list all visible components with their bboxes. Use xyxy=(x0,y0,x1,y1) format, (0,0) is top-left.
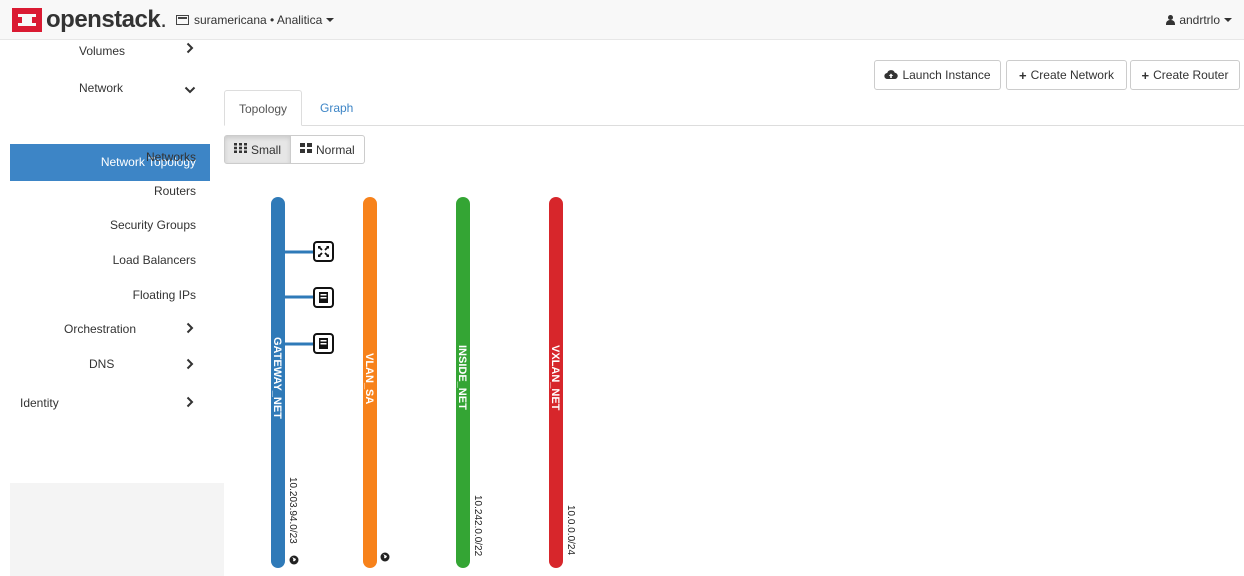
project-label: suramericana • Analitica xyxy=(194,13,323,27)
chevron-right-icon[interactable] xyxy=(186,42,194,57)
small-size-label: Small xyxy=(251,142,282,157)
network-name: VLAN_SA xyxy=(363,353,375,404)
openstack-logo[interactable]: openstack. xyxy=(12,6,167,34)
create-router-label: Create Router xyxy=(1153,68,1229,82)
topology-tabs: Topology Graph xyxy=(224,86,1244,126)
user-name: andrtrlo xyxy=(1179,13,1220,27)
sidebar: Volumes Network Network Topology Network… xyxy=(0,40,224,576)
grid-large-icon xyxy=(300,143,313,156)
network-cidr: 10.242.0.0/22 xyxy=(472,495,483,557)
user-icon xyxy=(1166,15,1176,25)
normal-size-label: Normal xyxy=(316,142,355,157)
router-icon xyxy=(313,241,334,262)
chevron-down-icon xyxy=(1224,18,1232,22)
chevron-right-icon[interactable] xyxy=(186,396,194,411)
sidebar-item-routers[interactable]: Routers xyxy=(154,184,196,198)
user-menu[interactable]: andrtrlo xyxy=(1166,13,1232,27)
create-network-label: Create Network xyxy=(1030,68,1114,82)
network-name: INSIDE_NET xyxy=(456,345,468,410)
network-cidr: 10.203.94.0/23 xyxy=(287,477,298,544)
small-size-button[interactable]: Small xyxy=(224,135,292,164)
chevron-right-icon[interactable] xyxy=(186,358,194,373)
chevron-right-icon[interactable] xyxy=(186,322,194,337)
chevron-down-icon xyxy=(326,18,335,22)
sidebar-item-orchestration[interactable]: Orchestration xyxy=(64,322,136,336)
globe-icon xyxy=(289,555,299,565)
plus-icon: + xyxy=(1141,67,1150,83)
cloud-upload-icon xyxy=(884,68,899,83)
project-selector[interactable]: suramericana • Analitica xyxy=(176,13,335,27)
instance-node[interactable] xyxy=(313,333,334,354)
view-size-toggle: Small Normal xyxy=(224,135,365,164)
plus-icon: + xyxy=(1019,67,1027,83)
sidebar-item-floating-ips[interactable]: Floating IPs xyxy=(133,288,196,302)
sidebar-item-security-groups[interactable]: Security Groups xyxy=(110,218,196,232)
chevron-down-icon[interactable] xyxy=(184,83,196,97)
sidebar-item-network[interactable]: Network xyxy=(79,81,123,95)
tab-graph[interactable]: Graph xyxy=(306,90,367,126)
openstack-logo-icon xyxy=(12,8,42,32)
launch-instance-label: Launch Instance xyxy=(902,68,991,82)
sidebar-item-identity[interactable]: Identity xyxy=(20,396,59,410)
sidebar-item-networks[interactable]: Networks xyxy=(146,150,196,164)
sidebar-footer-panel xyxy=(10,483,224,576)
project-icon xyxy=(176,15,189,25)
network-name: GATEWAY_NET xyxy=(271,337,283,419)
network-name: VXLAN_NET xyxy=(549,345,561,411)
sidebar-item-dns[interactable]: DNS xyxy=(89,357,114,371)
brand-name: openstack xyxy=(46,6,161,33)
globe-icon xyxy=(380,552,390,562)
sidebar-item-load-balancers[interactable]: Load Balancers xyxy=(113,253,196,267)
router-node[interactable] xyxy=(313,241,334,262)
network-cidr: 10.0.0.0/24 xyxy=(565,505,576,555)
instance-node[interactable] xyxy=(313,287,334,308)
grid-small-icon xyxy=(234,143,247,156)
normal-size-button[interactable]: Normal xyxy=(291,135,365,164)
tab-topology[interactable]: Topology xyxy=(224,90,303,126)
sidebar-item-volumes[interactable]: Volumes xyxy=(79,44,125,58)
top-navbar: openstack. suramericana • Analitica andr… xyxy=(0,0,1244,40)
